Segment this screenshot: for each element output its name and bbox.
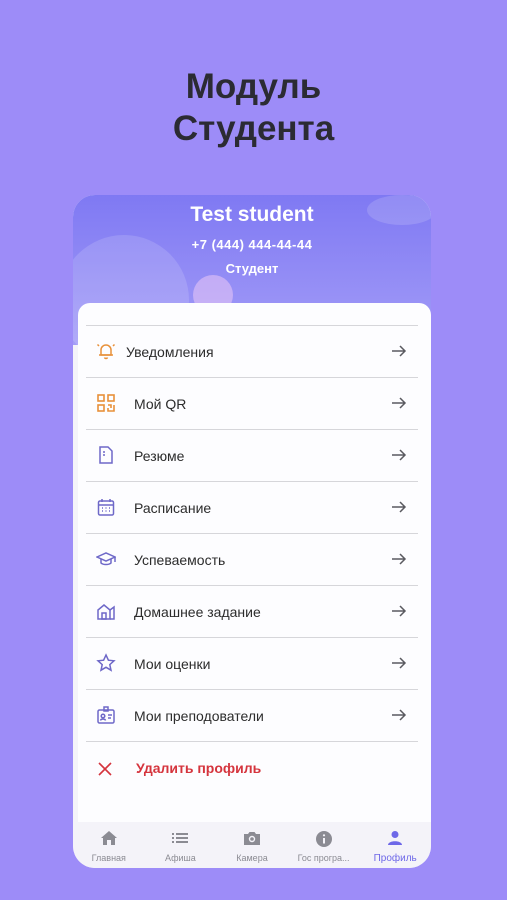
arrow-right-icon	[392, 709, 407, 721]
menu-item-label: Успеваемость	[134, 551, 226, 568]
menu-item-homework[interactable]: Домашнее задание	[86, 586, 418, 638]
tab-home[interactable]: Главная	[73, 822, 145, 868]
menu-item-schedule[interactable]: Расписание	[86, 482, 418, 534]
menu-item-label: Мои преподователи	[134, 707, 264, 724]
delete-profile-button[interactable]: Удалить профиль	[86, 742, 418, 794]
profile-menu-sheet: Уведомления Мой QR Резюме Расписание Усп…	[78, 303, 431, 833]
promo-title: Модуль Студента	[0, 66, 507, 150]
menu-item-notifications[interactable]: Уведомления	[86, 326, 418, 378]
menu-item-label: Мои оценки	[134, 655, 211, 672]
home-icon	[100, 831, 117, 845]
phone-screen: Test student +7 (444) 444-44-44 Студент …	[73, 195, 431, 868]
profile-role: Студент	[225, 261, 279, 276]
menu-item-my-qr[interactable]: Мой QR	[86, 378, 418, 430]
tab-afisha[interactable]: Афиша	[145, 822, 217, 868]
camera-icon	[243, 832, 260, 845]
promo-title-line1: Модуль	[185, 67, 322, 106]
tab-profile[interactable]: Профиль	[359, 822, 431, 868]
menu-item-label: Уведомления	[126, 343, 214, 360]
profile-menu: Уведомления Мой QR Резюме Расписание Усп…	[86, 325, 418, 794]
tab-camera[interactable]: Камера	[216, 822, 288, 868]
star-icon	[96, 653, 116, 672]
arrow-right-icon	[392, 553, 407, 565]
graduation-cap-icon	[96, 552, 116, 566]
arrow-right-icon	[392, 657, 407, 669]
tab-gos-programs[interactable]: Гос програ...	[288, 822, 360, 868]
delete-profile-label: Удалить профиль	[136, 760, 262, 776]
document-icon	[99, 446, 113, 464]
homework-icon	[97, 604, 115, 620]
bell-icon	[96, 343, 116, 360]
calendar-icon	[97, 499, 115, 516]
menu-item-teachers[interactable]: Мои преподователи	[86, 690, 418, 742]
bottom-tab-bar: Главная Афиша Камера Гос програ... Профи…	[73, 822, 431, 868]
arrow-right-icon	[392, 501, 407, 513]
info-icon	[315, 831, 332, 847]
person-icon	[388, 831, 403, 845]
qr-code-icon	[97, 394, 115, 412]
arrow-right-icon	[392, 449, 407, 461]
menu-item-grades[interactable]: Мои оценки	[86, 638, 418, 690]
menu-item-resume[interactable]: Резюме	[86, 430, 418, 482]
profile-name: Test student	[190, 203, 314, 226]
menu-item-label: Домашнее задание	[134, 603, 261, 620]
menu-item-label: Резюме	[134, 447, 185, 464]
arrow-right-icon	[392, 605, 407, 617]
menu-item-progress[interactable]: Успеваемость	[86, 534, 418, 586]
list-icon	[172, 833, 189, 843]
arrow-right-icon	[392, 397, 407, 409]
id-badge-icon	[97, 706, 115, 724]
tab-label: Профиль	[373, 853, 417, 864]
menu-item-label: Расписание	[134, 499, 212, 516]
tab-label: Гос програ...	[297, 853, 350, 863]
tab-label: Афиша	[165, 853, 196, 863]
tab-label: Главная	[91, 853, 126, 863]
promo-title-line2: Студента	[172, 109, 335, 148]
arrow-right-icon	[392, 345, 407, 357]
menu-item-label: Мой QR	[134, 395, 187, 412]
close-icon	[98, 762, 112, 776]
profile-phone: +7 (444) 444-44-44	[191, 237, 313, 252]
tab-label: Камера	[236, 853, 268, 863]
